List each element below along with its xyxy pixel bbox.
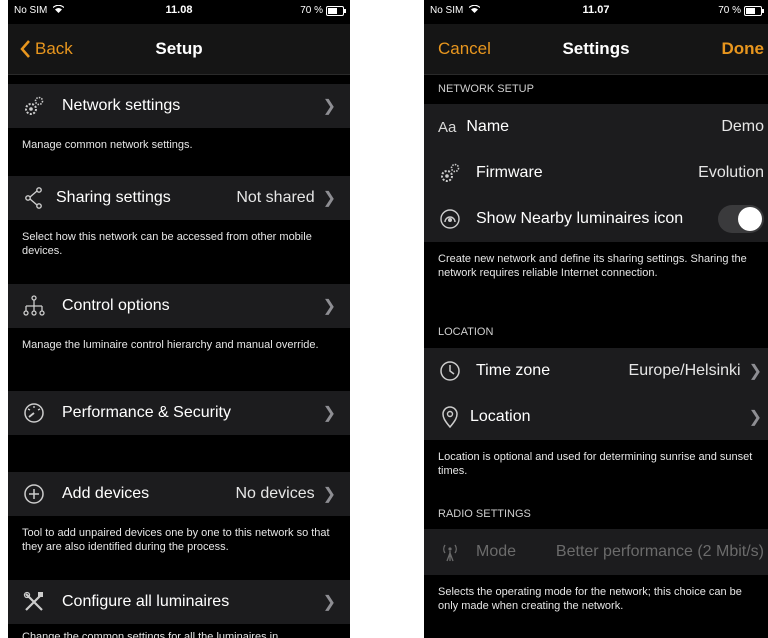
tools-icon bbox=[22, 590, 46, 614]
chevron-right-icon: ❯ bbox=[322, 594, 336, 611]
location-desc: Location is optional and used for determ… bbox=[438, 451, 753, 477]
mode-value: Better performance (2 Mbit/s) bbox=[555, 543, 764, 560]
gauge-icon bbox=[22, 401, 46, 425]
chevron-right-icon: ❯ bbox=[748, 363, 762, 380]
nearby-toggle[interactable] bbox=[718, 205, 764, 233]
sharing-settings-desc: Select how this network can be accessed … bbox=[22, 231, 312, 257]
chevron-right-icon: ❯ bbox=[322, 298, 336, 315]
control-options-row[interactable]: Control options ❯ bbox=[8, 284, 350, 328]
time-zone-value: Europe/Helsinki bbox=[628, 362, 741, 379]
chevron-right-icon: ❯ bbox=[322, 190, 336, 207]
configure-luminaires-row[interactable]: Configure all luminaires ❯ bbox=[8, 580, 350, 624]
gear-icon bbox=[22, 94, 46, 118]
network-desc: Create new network and define its sharin… bbox=[438, 253, 747, 279]
chevron-right-icon: ❯ bbox=[322, 98, 336, 115]
add-devices-row[interactable]: Add devices No devices ❯ bbox=[8, 472, 350, 516]
status-bar: No SIM 11.08 70 % bbox=[8, 0, 350, 24]
hierarchy-icon bbox=[22, 294, 46, 318]
configure-luminaires-desc: Change the common settings for all the l… bbox=[22, 631, 279, 638]
time-zone-row[interactable]: Time zone Europe/Helsinki ❯ bbox=[424, 348, 768, 394]
text-format-icon: Aa bbox=[438, 118, 457, 136]
firmware-value: Evolution bbox=[698, 164, 764, 181]
chevron-right-icon: ❯ bbox=[748, 409, 762, 426]
network-settings-row[interactable]: Network settings ❯ bbox=[8, 84, 350, 128]
location-pin-icon bbox=[438, 405, 462, 429]
nearby-row: Show Nearby luminaires icon bbox=[424, 196, 768, 242]
radio-settings-header: RADIO SETTINGS bbox=[438, 508, 531, 520]
clock-icon bbox=[438, 359, 462, 383]
name-row[interactable]: Aa Name Demo bbox=[424, 104, 768, 150]
performance-security-row[interactable]: Performance & Security ❯ bbox=[8, 391, 350, 435]
location-header: LOCATION bbox=[438, 326, 494, 338]
setup-screen: No SIM 11.08 70 % Back Setup Network set… bbox=[8, 0, 350, 638]
control-options-desc: Manage the luminaire control hierarchy a… bbox=[22, 339, 319, 351]
add-devices-desc: Tool to add unpaired devices one by one … bbox=[22, 527, 330, 553]
nearby-label: Show Nearby luminaires icon bbox=[476, 210, 684, 227]
share-icon bbox=[22, 186, 46, 210]
mode-label: Mode bbox=[476, 543, 517, 560]
location-row[interactable]: Location ❯ bbox=[424, 394, 768, 440]
add-devices-label: Add devices bbox=[62, 485, 150, 502]
sharing-status: Not shared bbox=[236, 189, 315, 206]
done-button[interactable]: Done bbox=[722, 39, 765, 59]
toggle-knob bbox=[738, 207, 762, 231]
firmware-label: Firmware bbox=[476, 164, 543, 181]
clock: 11.08 bbox=[165, 4, 193, 16]
settings-screen: No SIM 11.07 70 % Cancel Settings Done N… bbox=[424, 0, 768, 638]
clock: 11.07 bbox=[582, 4, 610, 16]
time-zone-label: Time zone bbox=[476, 362, 551, 379]
chevron-right-icon: ❯ bbox=[322, 405, 336, 422]
sharing-settings-row[interactable]: Sharing settings Not shared ❯ bbox=[8, 176, 350, 220]
firmware-row[interactable]: Firmware Evolution bbox=[424, 150, 768, 196]
nav-bar: Back Setup bbox=[8, 24, 350, 75]
location-label: Location bbox=[470, 408, 531, 425]
device-count: No devices bbox=[235, 485, 315, 502]
name-label: Name bbox=[466, 118, 510, 135]
mode-desc: Selects the operating mode for the netwo… bbox=[438, 586, 742, 612]
mode-row: Mode Better performance (2 Mbit/s) bbox=[424, 529, 768, 575]
network-settings-desc: Manage common network settings. bbox=[22, 139, 193, 151]
configure-luminaires-label: Configure all luminaires bbox=[62, 593, 230, 610]
add-circle-icon bbox=[22, 482, 46, 506]
battery-icon bbox=[326, 5, 346, 16]
name-value[interactable]: Demo bbox=[721, 118, 764, 136]
gear-icon bbox=[438, 161, 462, 185]
nearby-icon bbox=[438, 207, 462, 231]
battery-percent: 70 % bbox=[300, 5, 323, 16]
performance-security-label: Performance & Security bbox=[62, 404, 231, 421]
sharing-settings-label: Sharing settings bbox=[56, 189, 171, 206]
battery-percent: 70 % bbox=[718, 5, 741, 16]
status-bar: No SIM 11.07 70 % bbox=[424, 0, 768, 24]
control-options-label: Control options bbox=[62, 297, 170, 314]
chevron-right-icon: ❯ bbox=[322, 486, 336, 503]
radio-icon bbox=[438, 540, 462, 564]
network-settings-label: Network settings bbox=[62, 97, 181, 114]
network-setup-header: NETWORK SETUP bbox=[438, 83, 534, 95]
page-title: Settings bbox=[562, 39, 630, 58]
page-title: Setup bbox=[155, 39, 203, 58]
nav-bar: Cancel Settings Done bbox=[424, 24, 768, 75]
battery-icon bbox=[744, 5, 764, 16]
